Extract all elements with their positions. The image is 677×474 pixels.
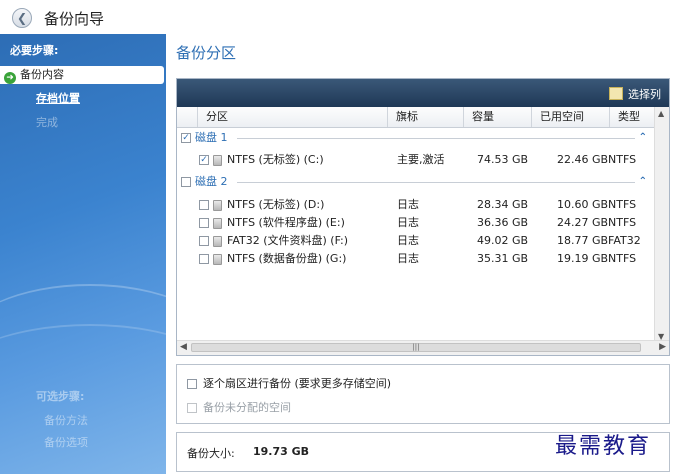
title-bar: ❮ 备份向导 — [0, 0, 677, 34]
disk-1-checkbox[interactable]: ✓ — [181, 133, 191, 143]
horizontal-scrollbar[interactable]: ◀ ||| ▶ — [177, 340, 669, 355]
partition-used: 24.27 GB — [557, 216, 609, 229]
column-header-partition[interactable]: 分区 — [197, 107, 387, 127]
partition-flag: 主要,激活 — [397, 153, 445, 166]
partition-row[interactable]: FAT32 (文件资料盘) (F:) 日志 49.02 GB 18.77 GB … — [177, 232, 655, 250]
partition-flag: 日志 — [397, 234, 419, 247]
partition-type: FAT32 — [608, 234, 641, 247]
column-header-used[interactable]: 已用空间 — [531, 107, 609, 127]
partition-row[interactable]: NTFS (软件程序盘) (E:) 日志 36.36 GB 24.27 GB N… — [177, 214, 655, 232]
partition-flag: 日志 — [397, 198, 419, 211]
chevron-up-icon[interactable]: ⌃ — [639, 129, 647, 147]
scroll-up-icon[interactable]: ▲ — [658, 109, 664, 118]
partition-flag: 日志 — [397, 216, 419, 229]
drive-icon — [213, 155, 222, 166]
chevron-up-icon[interactable]: ⌃ — [639, 173, 647, 191]
select-columns-icon — [609, 87, 623, 100]
partition-checkbox[interactable] — [199, 236, 209, 246]
scroll-thumb[interactable]: ||| — [191, 343, 641, 352]
partition-flag: 日志 — [397, 252, 419, 265]
divider — [237, 138, 635, 139]
disk-group-1: ✓ 磁盘 1 ⌃ — [181, 129, 651, 147]
divider — [237, 182, 635, 183]
partition-row[interactable]: ✓ NTFS (无标签) (C:) 主要,激活 74.53 GB 22.46 G… — [177, 151, 655, 169]
partition-capacity: 36.36 GB — [477, 216, 529, 229]
step-backup-method: 备份方法 — [44, 414, 88, 427]
sector-by-sector-checkbox[interactable] — [187, 379, 197, 389]
scroll-left-icon[interactable]: ◀ — [180, 342, 187, 352]
window-title: 备份向导 — [44, 10, 105, 28]
partition-name: NTFS (无标签) (C:) — [227, 153, 324, 166]
partition-type: NTFS — [608, 153, 637, 166]
page-title: 备份分区 — [176, 44, 237, 62]
step-archive-location[interactable]: 存档位置 — [0, 90, 166, 108]
step-backup-content[interactable]: ➜ 备份内容 — [0, 66, 164, 84]
column-header-flag[interactable]: 旗标 — [387, 107, 463, 127]
drive-icon — [213, 254, 222, 265]
backup-size-value: 19.73 GB — [253, 445, 310, 458]
partition-capacity: 28.34 GB — [477, 198, 529, 211]
partition-name: FAT32 (文件资料盘) (F:) — [227, 234, 349, 247]
partition-used: 19.19 GB — [557, 252, 609, 265]
partition-capacity: 49.02 GB — [477, 234, 529, 247]
partition-name: NTFS (软件程序盘) (E:) — [227, 216, 345, 229]
vertical-scrollbar[interactable]: ▲ ▼ — [654, 107, 669, 343]
partition-name: NTFS (数据备份盘) (G:) — [227, 252, 347, 265]
select-columns-button[interactable]: 选择列 — [609, 86, 661, 102]
backup-size-label: 备份大小: — [187, 447, 235, 460]
partition-grid: 选择列 分区 旗标 容量 已用空间 类型 ✓ 磁盘 1 ⌃ ✓ NTFS (无标… — [176, 78, 670, 356]
partition-checkbox[interactable] — [199, 200, 209, 210]
drive-icon — [213, 200, 222, 211]
partition-used: 10.60 GB — [557, 198, 609, 211]
partition-type: NTFS — [608, 198, 637, 211]
partition-name: NTFS (无标签) (D:) — [227, 198, 325, 211]
partition-checkbox[interactable] — [199, 218, 209, 228]
partition-checkbox[interactable]: ✓ — [199, 155, 209, 165]
partition-type: NTFS — [608, 216, 637, 229]
option-label: 备份未分配的空间 — [203, 401, 291, 414]
step-label: 备份内容 — [20, 68, 64, 81]
step-finish: 完成 — [36, 116, 58, 129]
partition-capacity: 74.53 GB — [477, 153, 529, 166]
partition-used: 22.46 GB — [557, 153, 609, 166]
scroll-right-icon[interactable]: ▶ — [659, 342, 666, 352]
step-backup-options: 备份选项 — [44, 436, 88, 449]
optional-steps-heading: 可选步骤: — [36, 390, 85, 403]
grid-toolbar: 选择列 — [177, 79, 669, 107]
watermark: 最需教育 — [555, 434, 652, 459]
drive-icon — [213, 218, 222, 229]
back-button[interactable]: ❮ — [12, 8, 32, 28]
arrow-right-icon: ➜ — [4, 72, 16, 84]
disk-label: 磁盘 1 — [195, 131, 228, 144]
backup-options-panel: 逐个扇区进行备份 (要求更多存储空间) 备份未分配的空间 — [176, 364, 670, 424]
backup-unallocated-checkbox — [187, 403, 197, 413]
partition-used: 18.77 GB — [557, 234, 609, 247]
disk-label: 磁盘 2 — [195, 175, 228, 188]
partition-checkbox[interactable] — [199, 254, 209, 264]
drive-icon — [213, 236, 222, 247]
grid-header: 分区 旗标 容量 已用空间 类型 — [177, 107, 655, 128]
wizard-sidebar: 必要步骤: ➜ 备份内容 存档位置 完成 可选步骤: 备份方法 备份选项 — [0, 34, 166, 474]
partition-capacity: 35.31 GB — [477, 252, 529, 265]
column-header-type[interactable]: 类型 — [609, 107, 655, 127]
partition-row[interactable]: NTFS (数据备份盘) (G:) 日志 35.31 GB 19.19 GB N… — [177, 250, 655, 268]
disk-group-2: 磁盘 2 ⌃ — [181, 173, 651, 191]
disk-2-checkbox[interactable] — [181, 177, 191, 187]
partition-row[interactable]: NTFS (无标签) (D:) 日志 28.34 GB 10.60 GB NTF… — [177, 196, 655, 214]
partition-type: NTFS — [608, 252, 637, 265]
required-steps-heading: 必要步骤: — [10, 44, 59, 57]
back-arrow-icon: ❮ — [17, 11, 28, 25]
column-header-capacity[interactable]: 容量 — [463, 107, 531, 127]
option-label: 逐个扇区进行备份 (要求更多存储空间) — [203, 377, 392, 390]
